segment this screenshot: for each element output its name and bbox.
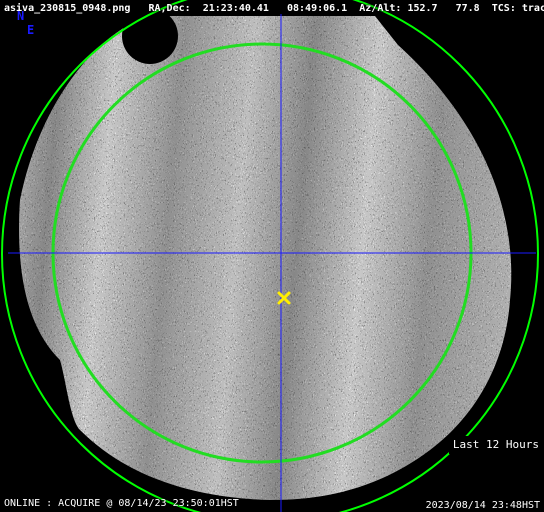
status-line: ONLINE : ACQUIRE @ 08/14/23 23:50:01HST	[4, 498, 239, 509]
compass-east-label: E	[27, 23, 35, 37]
dec-value: 08:49:06.1	[287, 3, 348, 14]
dome-obstruction	[122, 8, 178, 64]
ra-value: 21:23:40.41	[202, 3, 269, 14]
allsky-viewer: asiva_230815_0948.png RA,Dec: 21:23:40.4…	[0, 0, 544, 512]
compass-north-label: N	[17, 9, 25, 23]
radec-label: RA,Dec:	[148, 3, 191, 14]
header-bar: asiva_230815_0948.png RA,Dec: 21:23:40.4…	[4, 3, 544, 15]
time-window-label: Last 12 Hours	[448, 436, 542, 454]
az-value: 152.7	[407, 3, 438, 14]
tcs-label: TCS:	[491, 3, 516, 14]
timestamp-line: 2023/08/14 23:48HST	[425, 500, 540, 511]
alt-value: 77.8	[455, 3, 480, 14]
azalt-label: Az/Alt:	[359, 3, 402, 14]
tcs-state: track	[521, 3, 544, 14]
